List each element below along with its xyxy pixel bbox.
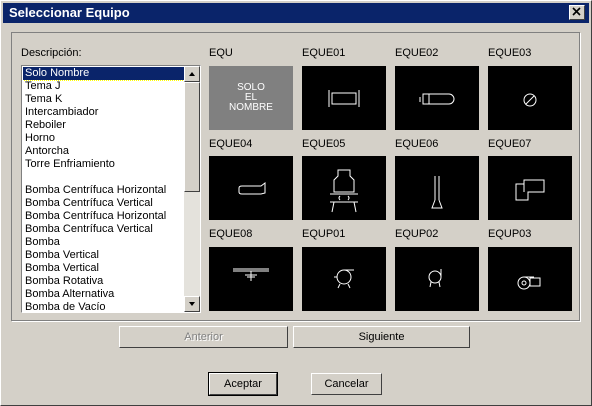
equipment-tile[interactable] bbox=[302, 247, 386, 311]
equipment-tile[interactable] bbox=[488, 247, 572, 311]
list-item[interactable]: Bomba Vertical bbox=[23, 262, 184, 275]
equipment-tile[interactable] bbox=[302, 156, 386, 220]
scroll-down-button[interactable] bbox=[184, 296, 200, 312]
arrow-down-icon bbox=[189, 302, 195, 306]
equipment-tile[interactable] bbox=[395, 156, 479, 220]
furnace-icon bbox=[330, 169, 358, 213]
equipment-code-label: EQUE07 bbox=[488, 138, 532, 150]
cooling-tower-icon bbox=[515, 179, 545, 201]
equipment-code-label: EQUE05 bbox=[302, 138, 346, 150]
list-item[interactable]: Bomba Centrífuca Horizontal bbox=[23, 184, 184, 197]
accept-button[interactable]: Aceptar bbox=[208, 372, 278, 396]
close-button[interactable] bbox=[569, 5, 585, 20]
equipment-tile[interactable] bbox=[488, 156, 572, 220]
list-item[interactable]: Bomba bbox=[23, 236, 184, 249]
description-label: Descripción: bbox=[21, 47, 82, 59]
list-item[interactable]: Torre Enfriamiento bbox=[23, 158, 184, 171]
equipment-tile[interactable] bbox=[209, 247, 293, 311]
close-icon bbox=[572, 7, 581, 16]
equipment-code-label: EQUE06 bbox=[395, 138, 439, 150]
cancel-button[interactable]: Cancelar bbox=[311, 373, 382, 395]
round-exchanger-icon bbox=[523, 93, 537, 107]
list-item[interactable]: Intercambiador bbox=[23, 106, 184, 119]
scroll-up-button[interactable] bbox=[184, 66, 200, 82]
equipment-code-label: EQUE02 bbox=[395, 47, 439, 59]
equipment-code-label: EQUP02 bbox=[395, 228, 439, 240]
list-item[interactable]: Bomba Centrífuca Horizontal bbox=[23, 210, 184, 223]
list-item[interactable]: Antorcha bbox=[23, 145, 184, 158]
equipment-code-label: EQUP01 bbox=[302, 228, 346, 240]
list-item[interactable]: Tema K bbox=[23, 93, 184, 106]
list-item[interactable] bbox=[23, 171, 184, 184]
previous-button[interactable]: Anterior bbox=[119, 326, 288, 348]
centrifugal-pump-vertical-icon bbox=[428, 269, 442, 288]
list-item[interactable]: Bomba Centrífuca Vertical bbox=[23, 223, 184, 236]
pump-with-motor-icon bbox=[517, 276, 541, 290]
equipment-tile[interactable] bbox=[488, 66, 572, 130]
list-item[interactable]: Bomba de Vacío bbox=[23, 301, 184, 311]
equipment-code-label: EQUE01 bbox=[302, 47, 346, 59]
equipment-tile[interactable]: SOLO EL NOMBRE bbox=[209, 66, 293, 130]
list-items-container: Solo Nombre Tema J Tema K Intercambiador Reb… bbox=[23, 67, 184, 311]
list-item[interactable]: Bomba Rotativa bbox=[23, 275, 184, 288]
equipment-tile[interactable] bbox=[302, 66, 386, 130]
title-bar: Seleccionar Equipo bbox=[3, 3, 589, 23]
heat-exchanger-icon bbox=[328, 90, 360, 107]
list-item[interactable]: Bomba Vertical bbox=[23, 249, 184, 262]
vessel-icon bbox=[238, 182, 266, 195]
window-title: Seleccionar Equipo bbox=[9, 5, 130, 20]
equipment-code-label: EQUE03 bbox=[488, 47, 532, 59]
dialog-window: Seleccionar Equipo Descripción: Solo Nom… bbox=[0, 0, 592, 406]
solo-nombre-line: NOMBRE bbox=[229, 102, 273, 113]
list-item[interactable]: Solo Nombre bbox=[23, 67, 184, 81]
equipment-listbox[interactable]: Solo Nombre Tema J Tema K Intercambiador Reb… bbox=[21, 65, 201, 313]
list-item[interactable]: Bomba Alternativa bbox=[23, 288, 184, 301]
equipment-tile[interactable] bbox=[395, 247, 479, 311]
equipment-code-label: EQUE04 bbox=[209, 138, 253, 150]
list-item[interactable]: Bomba Centrífuca Vertical bbox=[23, 197, 184, 210]
equipment-code-label: EQU bbox=[209, 47, 233, 59]
solo-nombre-text: SOLO EL NOMBRE bbox=[209, 83, 293, 113]
equipment-code-label: EQUP03 bbox=[488, 228, 532, 240]
flare-icon bbox=[431, 176, 443, 209]
list-item[interactable]: Tema J bbox=[23, 80, 184, 93]
list-item[interactable]: Reboiler bbox=[23, 119, 184, 132]
scroll-thumb[interactable] bbox=[184, 82, 200, 192]
equipment-tile[interactable] bbox=[209, 156, 293, 220]
equipment-tile[interactable] bbox=[395, 66, 479, 130]
vertical-scrollbar[interactable] bbox=[184, 66, 200, 312]
horizontal-pump-icon bbox=[233, 268, 269, 281]
next-button[interactable]: Siguiente bbox=[293, 326, 470, 348]
arrow-up-icon bbox=[189, 72, 195, 76]
list-item[interactable]: Horno bbox=[23, 132, 184, 145]
equipment-code-label: EQUE08 bbox=[209, 228, 253, 240]
centrifugal-pump-icon bbox=[334, 269, 354, 289]
reboiler-icon bbox=[419, 93, 455, 105]
